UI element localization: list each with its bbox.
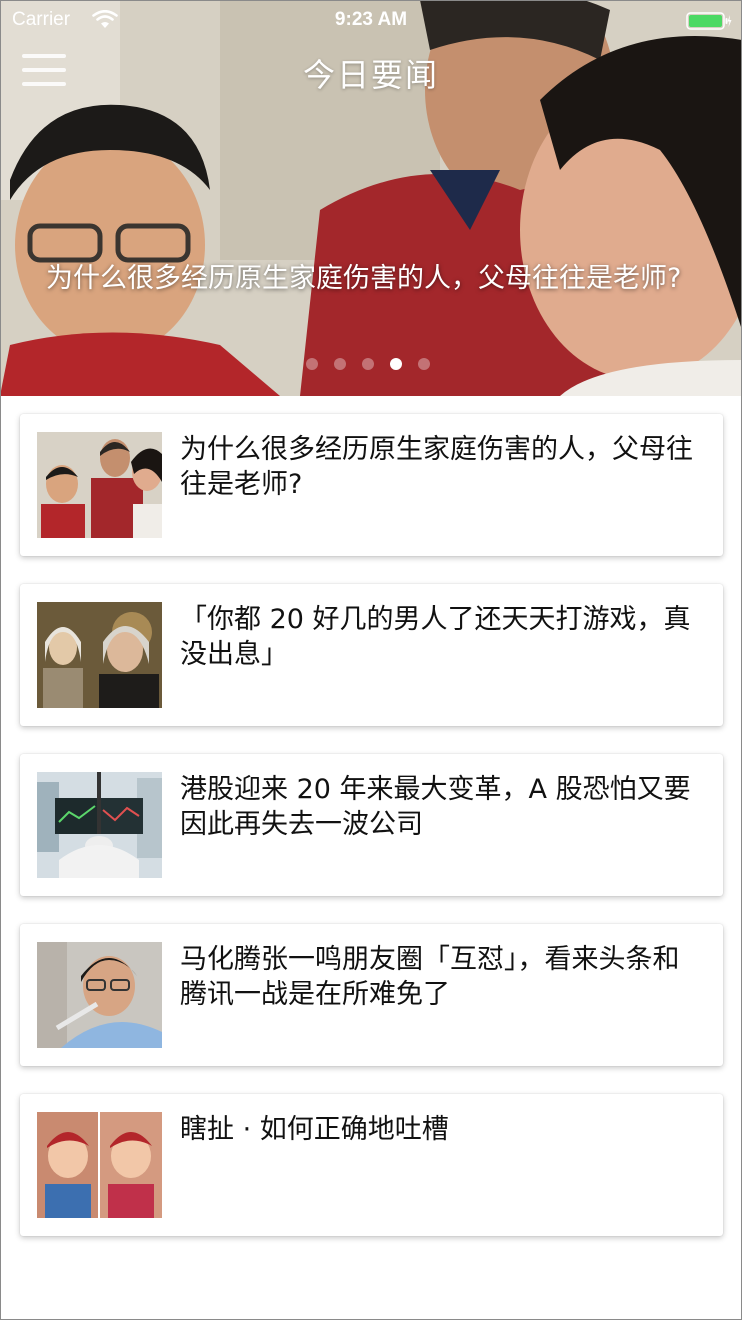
- page-dot-3[interactable]: [362, 358, 374, 370]
- news-item[interactable]: 瞎扯 · 如何正确地吐槽: [20, 1094, 723, 1236]
- page-dot-4[interactable]: [390, 358, 402, 370]
- page-dot-2[interactable]: [334, 358, 346, 370]
- news-list: 为什么很多经历原生家庭伤害的人，父母往往是老师? 「你都 20 好几的男人了还天…: [20, 414, 723, 1264]
- businessman-photo: [37, 942, 162, 1048]
- news-item[interactable]: 「你都 20 好几的男人了还天天打游戏，真没出息」: [20, 584, 723, 726]
- clock: 9:23 AM: [334, 9, 408, 30]
- battery-icon: [686, 12, 732, 30]
- hero-banner[interactable]: Carrier 9:23 AM 今日要闻 为什么很多经历原生家庭伤害的人，父母往…: [0, 0, 742, 396]
- page-dot-1[interactable]: [306, 358, 318, 370]
- family-photo: [37, 432, 162, 538]
- stock-screen-photo: [37, 772, 162, 878]
- hero-caption[interactable]: 为什么很多经历原生家庭伤害的人，父母往往是老师?: [46, 262, 686, 296]
- news-title: 马化腾张一鸣朋友圈「互怼」，看来头条和腾讯一战是在所难免了: [180, 944, 680, 1010]
- page-title: 今日要闻: [302, 56, 439, 94]
- page-dot-5[interactable]: [418, 358, 430, 370]
- children-costume-photo: [37, 1112, 162, 1218]
- status-bar: Carrier 9:23 AM: [0, 0, 742, 40]
- news-title: 瞎扯 · 如何正确地吐槽: [180, 1114, 449, 1145]
- news-title: 港股迎来 20 年来最大变革，A 股恐怕又要因此再失去一波公司: [180, 774, 691, 840]
- news-item[interactable]: 港股迎来 20 年来最大变革，A 股恐怕又要因此再失去一波公司: [20, 754, 723, 896]
- movie-still-photo: [37, 602, 162, 708]
- news-title: 「你都 20 好几的男人了还天天打游戏，真没出息」: [180, 604, 691, 670]
- page-indicator[interactable]: [306, 358, 430, 372]
- news-title: 为什么很多经历原生家庭伤害的人，父母往往是老师?: [180, 434, 693, 500]
- news-item[interactable]: 马化腾张一鸣朋友圈「互怼」，看来头条和腾讯一战是在所难免了: [20, 924, 723, 1066]
- news-item[interactable]: 为什么很多经历原生家庭伤害的人，父母往往是老师?: [20, 414, 723, 556]
